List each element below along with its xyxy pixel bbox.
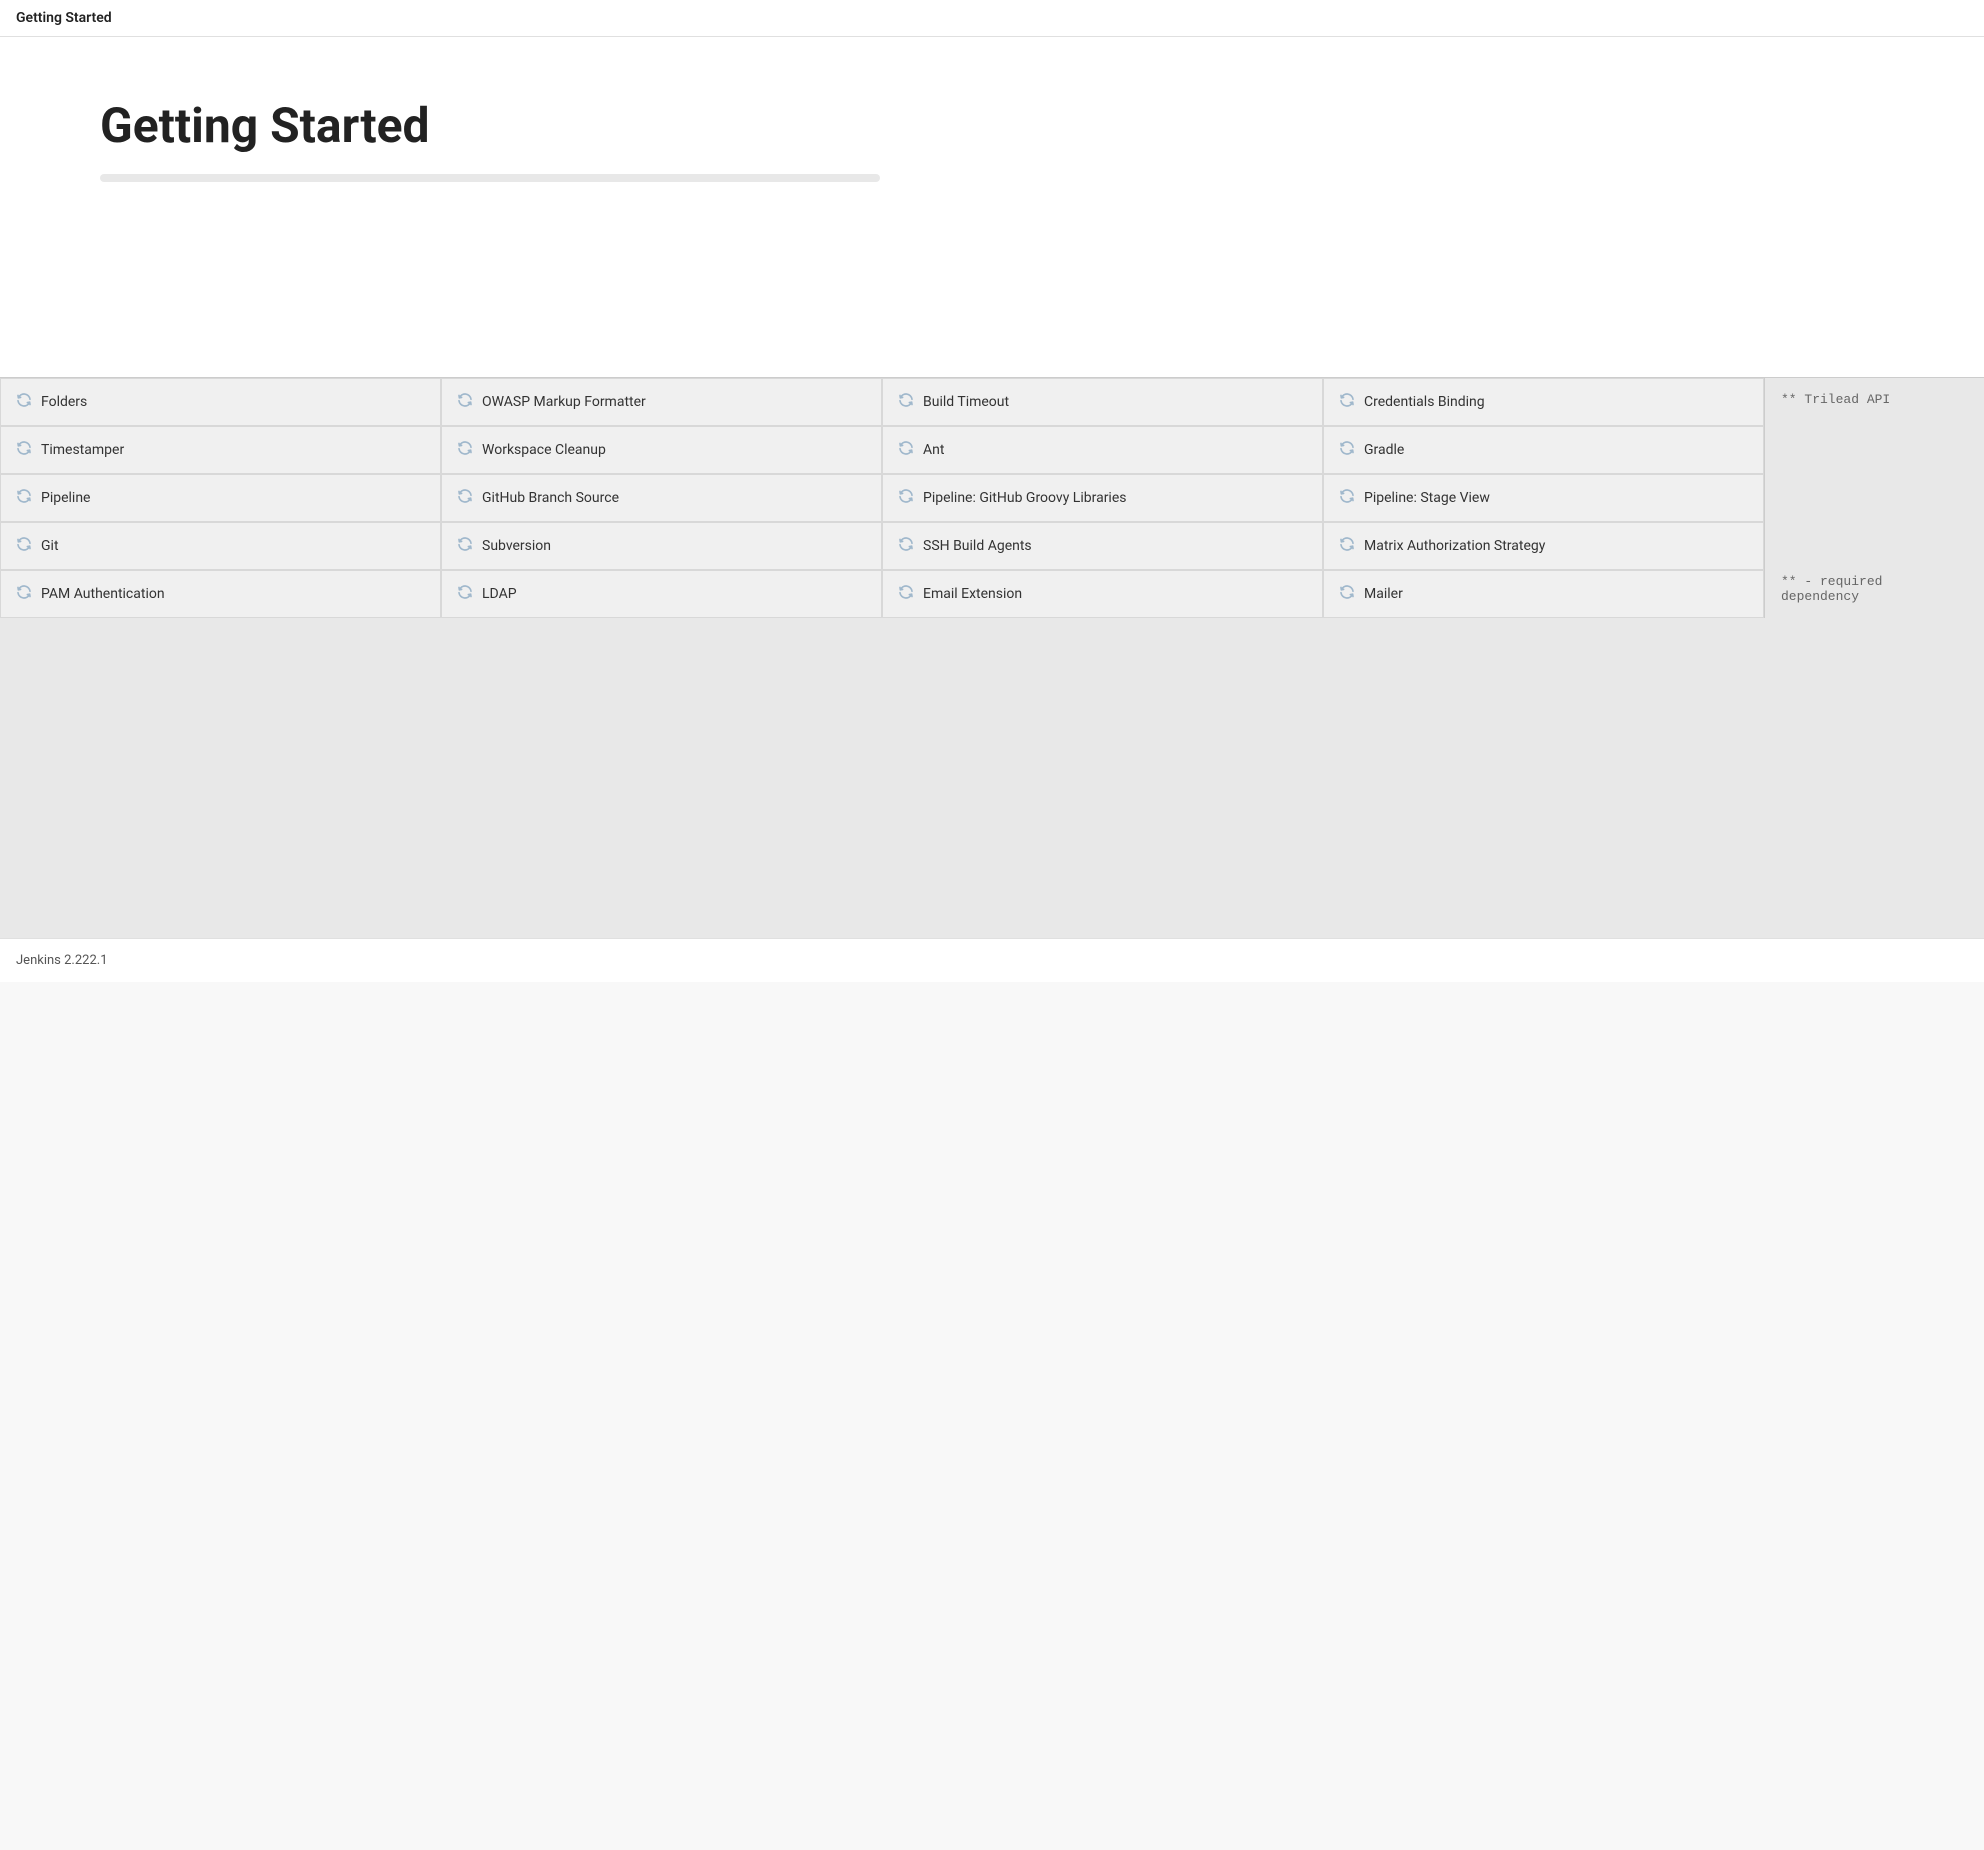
refresh-icon (456, 535, 474, 557)
refresh-icon (1338, 535, 1356, 557)
plugin-name-git: Git (41, 537, 59, 555)
right-panel: ** Trilead API ** - required dependency (1764, 378, 1984, 618)
refresh-icon (15, 487, 33, 509)
refresh-icon (15, 583, 33, 605)
refresh-icon (15, 535, 33, 557)
plugin-cell-pipeline[interactable]: Pipeline (0, 474, 441, 522)
plugin-cell-workspace-cleanup[interactable]: Workspace Cleanup (441, 426, 882, 474)
plugin-grid: Folders OWASP Markup Formatter Build Tim… (0, 378, 1764, 618)
plugin-name-pipeline-github-groovy-libraries: Pipeline: GitHub Groovy Libraries (923, 489, 1127, 507)
plugin-cell-github-branch-source[interactable]: GitHub Branch Source (441, 474, 882, 522)
plugin-name-ant: Ant (923, 441, 944, 459)
plugin-name-github-branch-source: GitHub Branch Source (482, 489, 619, 507)
footer: Jenkins 2.222.1 (0, 938, 1984, 982)
plugin-name-ldap: LDAP (482, 585, 517, 603)
title-underline (100, 174, 880, 182)
refresh-icon (1338, 439, 1356, 461)
plugin-cell-mailer[interactable]: Mailer (1323, 570, 1764, 618)
refresh-icon (456, 391, 474, 413)
refresh-icon (897, 487, 915, 509)
plugin-name-pam-authentication: PAM Authentication (41, 585, 165, 603)
plugin-cell-matrix-authorization-strategy[interactable]: Matrix Authorization Strategy (1323, 522, 1764, 570)
plugin-cell-gradle[interactable]: Gradle (1323, 426, 1764, 474)
plugin-cell-credentials-binding[interactable]: Credentials Binding (1323, 378, 1764, 426)
refresh-icon (1338, 487, 1356, 509)
plugin-name-email-extension: Email Extension (923, 585, 1022, 603)
plugin-cell-email-extension[interactable]: Email Extension (882, 570, 1323, 618)
plugin-cell-ant[interactable]: Ant (882, 426, 1323, 474)
top-bar: Getting Started (0, 0, 1984, 37)
plugin-cell-subversion[interactable]: Subversion (441, 522, 882, 570)
refresh-icon (1338, 583, 1356, 605)
plugin-cell-timestamper[interactable]: Timestamper (0, 426, 441, 474)
refresh-icon (456, 583, 474, 605)
plugin-cell-pam-authentication[interactable]: PAM Authentication (0, 570, 441, 618)
plugin-name-credentials-binding: Credentials Binding (1364, 393, 1485, 411)
plugin-name-pipeline-stage-view: Pipeline: Stage View (1364, 489, 1490, 507)
plugin-name-ssh-build-agents: SSH Build Agents (923, 537, 1032, 555)
plugin-name-subversion: Subversion (482, 537, 551, 555)
plugin-section: Folders OWASP Markup Formatter Build Tim… (0, 377, 1984, 618)
plugin-cell-git[interactable]: Git (0, 522, 441, 570)
refresh-icon (897, 535, 915, 557)
refresh-icon (1338, 391, 1356, 413)
plugin-name-owasp-markup-formatter: OWASP Markup Formatter (482, 393, 646, 411)
plugin-cell-pipeline-stage-view[interactable]: Pipeline: Stage View (1323, 474, 1764, 522)
plugin-cell-pipeline-github-groovy-libraries[interactable]: Pipeline: GitHub Groovy Libraries (882, 474, 1323, 522)
main-content: Getting Started (0, 37, 1984, 377)
plugin-name-mailer: Mailer (1364, 585, 1403, 603)
refresh-icon (897, 439, 915, 461)
refresh-icon (15, 439, 33, 461)
jenkins-version: Jenkins 2.222.1 (16, 953, 108, 968)
plugin-name-gradle: Gradle (1364, 441, 1404, 459)
empty-area (0, 618, 1984, 938)
plugin-name-build-timeout: Build Timeout (923, 393, 1009, 411)
right-panel-required-note: ** - required dependency (1781, 554, 1968, 604)
plugin-cell-ssh-build-agents[interactable]: SSH Build Agents (882, 522, 1323, 570)
top-bar-title: Getting Started (16, 10, 112, 26)
refresh-icon (456, 439, 474, 461)
plugin-name-workspace-cleanup: Workspace Cleanup (482, 441, 606, 459)
plugin-name-pipeline: Pipeline (41, 489, 91, 507)
page-title: Getting Started (100, 97, 1884, 154)
refresh-icon (897, 583, 915, 605)
plugin-name-timestamper: Timestamper (41, 441, 124, 459)
refresh-icon (456, 487, 474, 509)
plugin-cell-folders[interactable]: Folders (0, 378, 441, 426)
refresh-icon (15, 391, 33, 413)
right-panel-note: ** Trilead API (1781, 392, 1968, 407)
refresh-icon (897, 391, 915, 413)
plugin-name-folders: Folders (41, 393, 87, 411)
plugin-cell-ldap[interactable]: LDAP (441, 570, 882, 618)
plugin-cell-build-timeout[interactable]: Build Timeout (882, 378, 1323, 426)
plugin-name-matrix-authorization-strategy: Matrix Authorization Strategy (1364, 537, 1545, 555)
plugin-cell-owasp-markup-formatter[interactable]: OWASP Markup Formatter (441, 378, 882, 426)
